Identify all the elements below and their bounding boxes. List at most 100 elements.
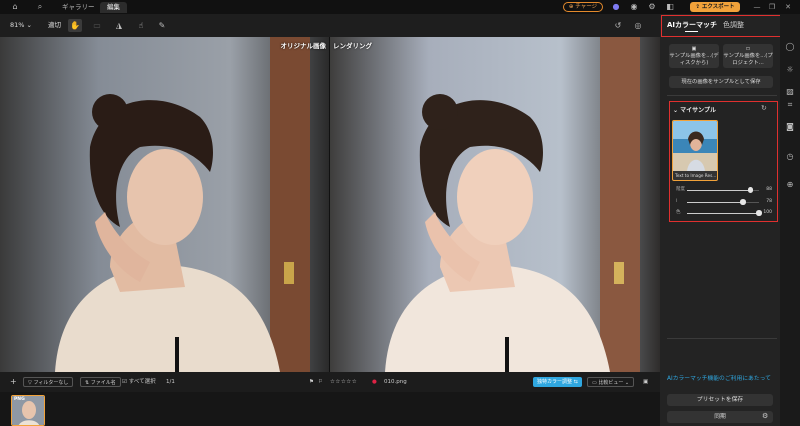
- original-image-label: オリジナル画像: [280, 42, 327, 50]
- restore-icon[interactable]: ❐: [767, 2, 777, 12]
- filename-label: ファイル名: [90, 380, 116, 386]
- active-tab-underline: [685, 31, 698, 33]
- panel-divider-2: [667, 338, 777, 339]
- overlay-icon[interactable]: ◎: [631, 19, 645, 32]
- bottom-toolbar: + ▽ フィルターなし ⇅ ファイル名 ☑ すべて選択 1/1 ⚑ ⚐ ☆☆☆☆…: [0, 372, 660, 392]
- panel-divider: [667, 95, 777, 96]
- adjust-slider[interactable]: l 78: [676, 198, 772, 206]
- zoom-level[interactable]: 81% ⌄: [10, 19, 32, 32]
- adjust-slider[interactable]: 色 100: [676, 209, 772, 217]
- compare-triangle-icon[interactable]: ◮: [112, 19, 126, 32]
- compare-view-dropdown[interactable]: ▭ 比較ビュー ⌄: [587, 377, 635, 387]
- export-button[interactable]: ⇪ エクスポート: [690, 2, 740, 12]
- edit-toolbar: 81% ⌄ 適切 ✋ ▭ ◮ ☝ ✎ ↺ ◎: [0, 14, 660, 37]
- sync-settings-icon[interactable]: ⚙: [762, 412, 768, 420]
- close-icon[interactable]: ✕: [783, 2, 793, 12]
- rendered-image-label: レンダリング: [333, 42, 372, 50]
- sample-from-project-label: サンプル画像を...(プロジェクト...: [723, 53, 773, 66]
- filter-label: フィルターなし: [33, 380, 69, 386]
- page-count: 1/1: [166, 379, 175, 385]
- charge-button[interactable]: ⊕ チャージ: [563, 2, 603, 12]
- title-bar: ⌂ ⌕ ギャラリー 編集 ⊕ チャージ ● ◉ ⚙ ◧ ⇪ エクスポート — ❐…: [0, 0, 800, 14]
- swap-icon: ⇆: [573, 379, 578, 385]
- slider-track[interactable]: [687, 210, 762, 216]
- split-view-icon[interactable]: ▭: [90, 19, 104, 32]
- adjust-slider[interactable]: 階度 88: [676, 186, 772, 194]
- save-preset-button[interactable]: プリセットを保存: [667, 394, 773, 406]
- tab-ai-color-match[interactable]: AIカラーマッチ: [667, 20, 717, 30]
- camera-icon[interactable]: ◙: [785, 122, 795, 132]
- info-link[interactable]: AIカラーマッチ機能のご利用にあたって: [667, 373, 771, 382]
- slider-value: 78: [766, 199, 772, 204]
- export-label: エクスポート: [701, 4, 735, 10]
- zoom-value: 81%: [10, 21, 25, 29]
- sample-from-project-button[interactable]: ▭ サンプル画像を...(プロジェクト...: [723, 44, 773, 68]
- refresh-icon[interactable]: ↻: [761, 104, 767, 112]
- slider-thumb[interactable]: [747, 187, 754, 193]
- image-icon: ▣: [691, 46, 697, 52]
- home-icon[interactable]: ⌂: [10, 2, 20, 12]
- add-icon[interactable]: +: [10, 377, 17, 387]
- crop-icon[interactable]: ⌗: [785, 100, 795, 110]
- charge-label: チャージ: [575, 4, 598, 10]
- eyedropper-icon[interactable]: ✎: [155, 19, 169, 32]
- select-all-checkbox[interactable]: ☑ すべて選択: [122, 377, 156, 387]
- compare-view-label: 比較ビュー: [598, 380, 624, 386]
- filename-button[interactable]: ⇅ ファイル名: [80, 377, 121, 387]
- image-canvas[interactable]: オリジナル画像 レンダリング: [0, 37, 660, 372]
- folder-icon: ▭: [745, 46, 751, 52]
- discord-icon[interactable]: ●: [611, 2, 621, 12]
- slider-fill: [687, 212, 759, 214]
- sample-from-disk-label: サンプル画像を...(ディスクから): [669, 53, 719, 66]
- slider-track[interactable]: [687, 199, 759, 205]
- color-label-icon[interactable]: ●: [372, 377, 377, 387]
- minimize-icon[interactable]: —: [752, 2, 762, 12]
- tool-rail: ◯ ☼ ▨ ⌗ ◙ ◷ ⊕: [780, 14, 800, 426]
- sync-label: 同期: [714, 414, 726, 420]
- tab-edit[interactable]: 編集: [100, 2, 127, 13]
- info-panel-icon[interactable]: ▣: [643, 377, 648, 387]
- thumbnail[interactable]: PNG: [11, 395, 45, 426]
- slider-label: 階度: [676, 187, 685, 192]
- thumbnail-badge: PNG: [14, 397, 25, 402]
- fit-button[interactable]: 適切: [48, 19, 61, 32]
- sample-card[interactable]: Text to Image Res...: [672, 120, 718, 181]
- notification-icon[interactable]: ◧: [665, 2, 675, 12]
- add-tool-icon[interactable]: ⊕: [785, 180, 795, 190]
- slider-track[interactable]: [687, 187, 759, 193]
- compare-color-label: 独特カラー調整: [537, 379, 573, 385]
- reset-icon[interactable]: ↺: [611, 19, 625, 32]
- filter-dropdown[interactable]: ▽ フィルターなし: [23, 377, 74, 387]
- sample-image: [673, 121, 717, 171]
- image-adjust-icon[interactable]: ▨: [785, 87, 795, 97]
- slider-fill: [687, 201, 744, 203]
- tab-color-adjust[interactable]: 色調整: [723, 20, 744, 30]
- file-name: 010.png: [384, 379, 407, 385]
- compare-color-toggle[interactable]: 独特カラー調整 ⇆: [533, 377, 582, 387]
- reject-flag-icon[interactable]: ⚐: [318, 377, 323, 387]
- tab-gallery[interactable]: ギャラリー: [55, 2, 102, 13]
- rendered-image: レンダリング: [330, 37, 660, 372]
- flag-icon[interactable]: ⚑: [309, 377, 314, 387]
- slider-thumb[interactable]: [756, 210, 762, 216]
- slider-label: 色: [676, 210, 681, 215]
- touch-tool-icon[interactable]: ☝: [134, 19, 148, 32]
- account-icon[interactable]: ◉: [629, 2, 639, 12]
- search-icon[interactable]: ⌕: [35, 2, 45, 12]
- light-icon[interactable]: ☼: [785, 65, 795, 75]
- original-image: オリジナル画像: [0, 37, 329, 372]
- history-icon[interactable]: ◷: [785, 152, 795, 162]
- sample-from-disk-button[interactable]: ▣ サンプル画像を...(ディスクから): [669, 44, 719, 68]
- slider-label: l: [676, 199, 678, 204]
- hand-tool-icon[interactable]: ✋: [68, 19, 82, 32]
- drop-icon[interactable]: ◯: [785, 42, 795, 52]
- save-as-sample-button[interactable]: 現在の画像をサンプルとして保存: [669, 76, 773, 88]
- settings-icon[interactable]: ⚙: [647, 2, 657, 12]
- select-all-label: すべて選択: [128, 379, 156, 385]
- slider-thumb[interactable]: [740, 199, 746, 205]
- rating-stars[interactable]: ☆☆☆☆☆: [330, 377, 357, 387]
- my-samples-header[interactable]: ⌄ マイサンプル: [673, 105, 716, 114]
- sample-caption: Text to Image Res...: [675, 173, 717, 178]
- sync-button[interactable]: 同期: [667, 411, 773, 423]
- checkbox-icon: ☑: [122, 379, 129, 385]
